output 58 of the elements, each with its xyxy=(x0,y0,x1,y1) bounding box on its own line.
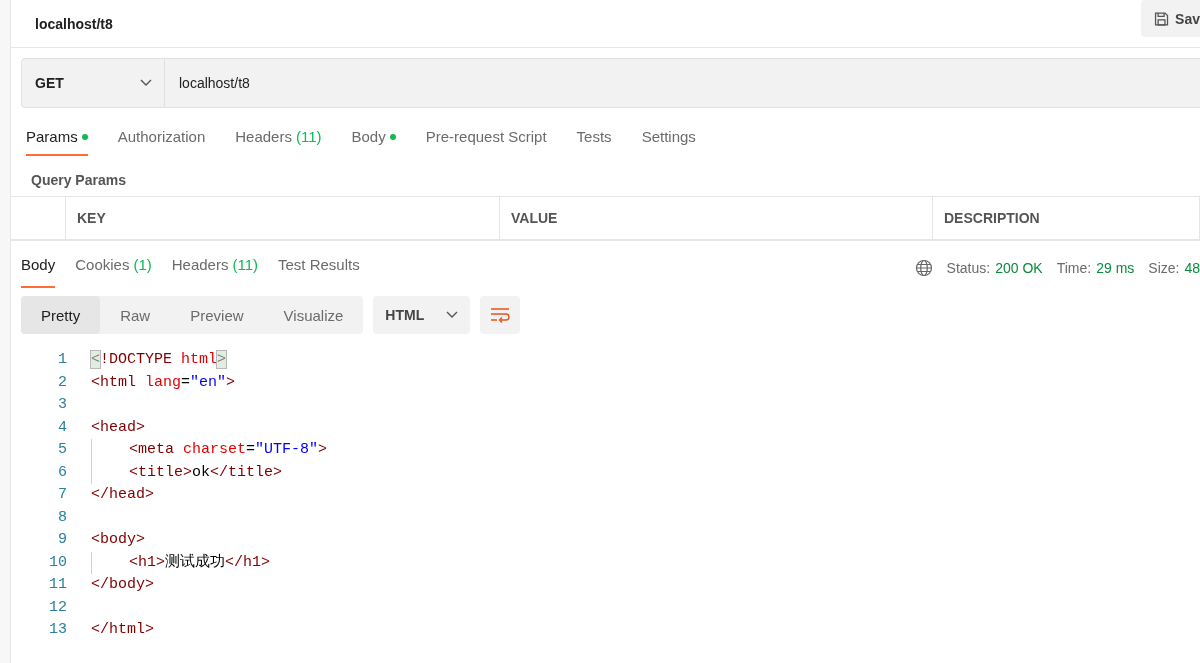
line-number: 5 xyxy=(57,440,68,460)
chevron-down-icon xyxy=(446,311,459,319)
line-number: 13 xyxy=(48,620,68,640)
line-number: 4 xyxy=(57,417,68,438)
globe-icon xyxy=(914,259,933,277)
request-tab[interactable]: Settings xyxy=(641,122,696,156)
wrap-icon xyxy=(490,307,511,323)
line-number: 12 xyxy=(48,597,68,618)
view-mode-tab[interactable]: Visualize xyxy=(263,296,364,334)
format-dropdown[interactable]: HTML xyxy=(373,296,471,334)
code-line: </body> xyxy=(91,575,154,595)
request-tab[interactable]: Headers (11) xyxy=(235,122,322,156)
column-header: DESCRIPTION xyxy=(933,197,1200,239)
view-mode-tab[interactable]: Preview xyxy=(170,296,264,334)
line-number: 2 xyxy=(57,372,68,393)
method-dropdown[interactable]: GET xyxy=(21,58,165,108)
status-label: Status: xyxy=(946,260,991,276)
response-tab[interactable]: Headers (11) xyxy=(171,248,258,288)
view-mode-tab[interactable]: Pretty xyxy=(21,296,101,334)
code-line: </head> xyxy=(91,485,154,505)
status-value: 48 xyxy=(1184,260,1200,276)
status-value: 29 ms xyxy=(1096,260,1135,276)
section-heading: Query Params xyxy=(30,171,127,190)
response-tab[interactable]: Body xyxy=(21,248,56,288)
request-tab[interactable]: Pre-request Script xyxy=(425,122,547,156)
column-header: VALUE xyxy=(500,197,933,239)
column-header: KEY xyxy=(66,197,500,239)
line-number: 3 xyxy=(57,395,68,415)
request-title: localhost/t8 xyxy=(35,15,113,32)
code-line: <html lang="en"> xyxy=(91,372,236,393)
line-number: 10 xyxy=(48,552,68,573)
status-value: 200 OK xyxy=(995,260,1043,276)
status-label: Time: xyxy=(1056,260,1092,276)
request-tab[interactable]: Authorization xyxy=(117,122,206,156)
line-number: 11 xyxy=(48,575,68,595)
request-tab[interactable]: Tests xyxy=(576,122,612,156)
url-field[interactable]: localhost/t8 xyxy=(165,58,1200,108)
line-number: 6 xyxy=(57,462,68,483)
request-tab[interactable]: Body xyxy=(351,122,396,156)
status-label: Size: xyxy=(1148,260,1180,276)
code-line: <body> xyxy=(91,530,145,550)
code-line: <title>ok</title> xyxy=(129,462,283,483)
line-number: 7 xyxy=(57,485,68,505)
wrap-lines-button[interactable] xyxy=(480,296,521,334)
view-mode-tab[interactable]: Raw xyxy=(100,296,171,334)
line-number: 9 xyxy=(57,530,68,550)
request-tab[interactable]: Params xyxy=(26,122,88,156)
save-button[interactable]: Sav xyxy=(1141,0,1200,37)
response-tab[interactable]: Test Results xyxy=(278,248,360,288)
response-tab[interactable]: Cookies (1) xyxy=(75,248,152,288)
code-line: <!DOCTYPE html> xyxy=(91,350,227,370)
chevron-down-icon xyxy=(140,79,152,87)
line-number: 1 xyxy=(57,350,68,370)
code-line: </html> xyxy=(91,620,154,640)
line-number: 8 xyxy=(57,507,68,528)
code-line: <h1>测试成功</h1> xyxy=(129,552,271,573)
code-line: <meta charset="UTF-8"> xyxy=(129,440,328,460)
code-line: <head> xyxy=(91,417,145,438)
